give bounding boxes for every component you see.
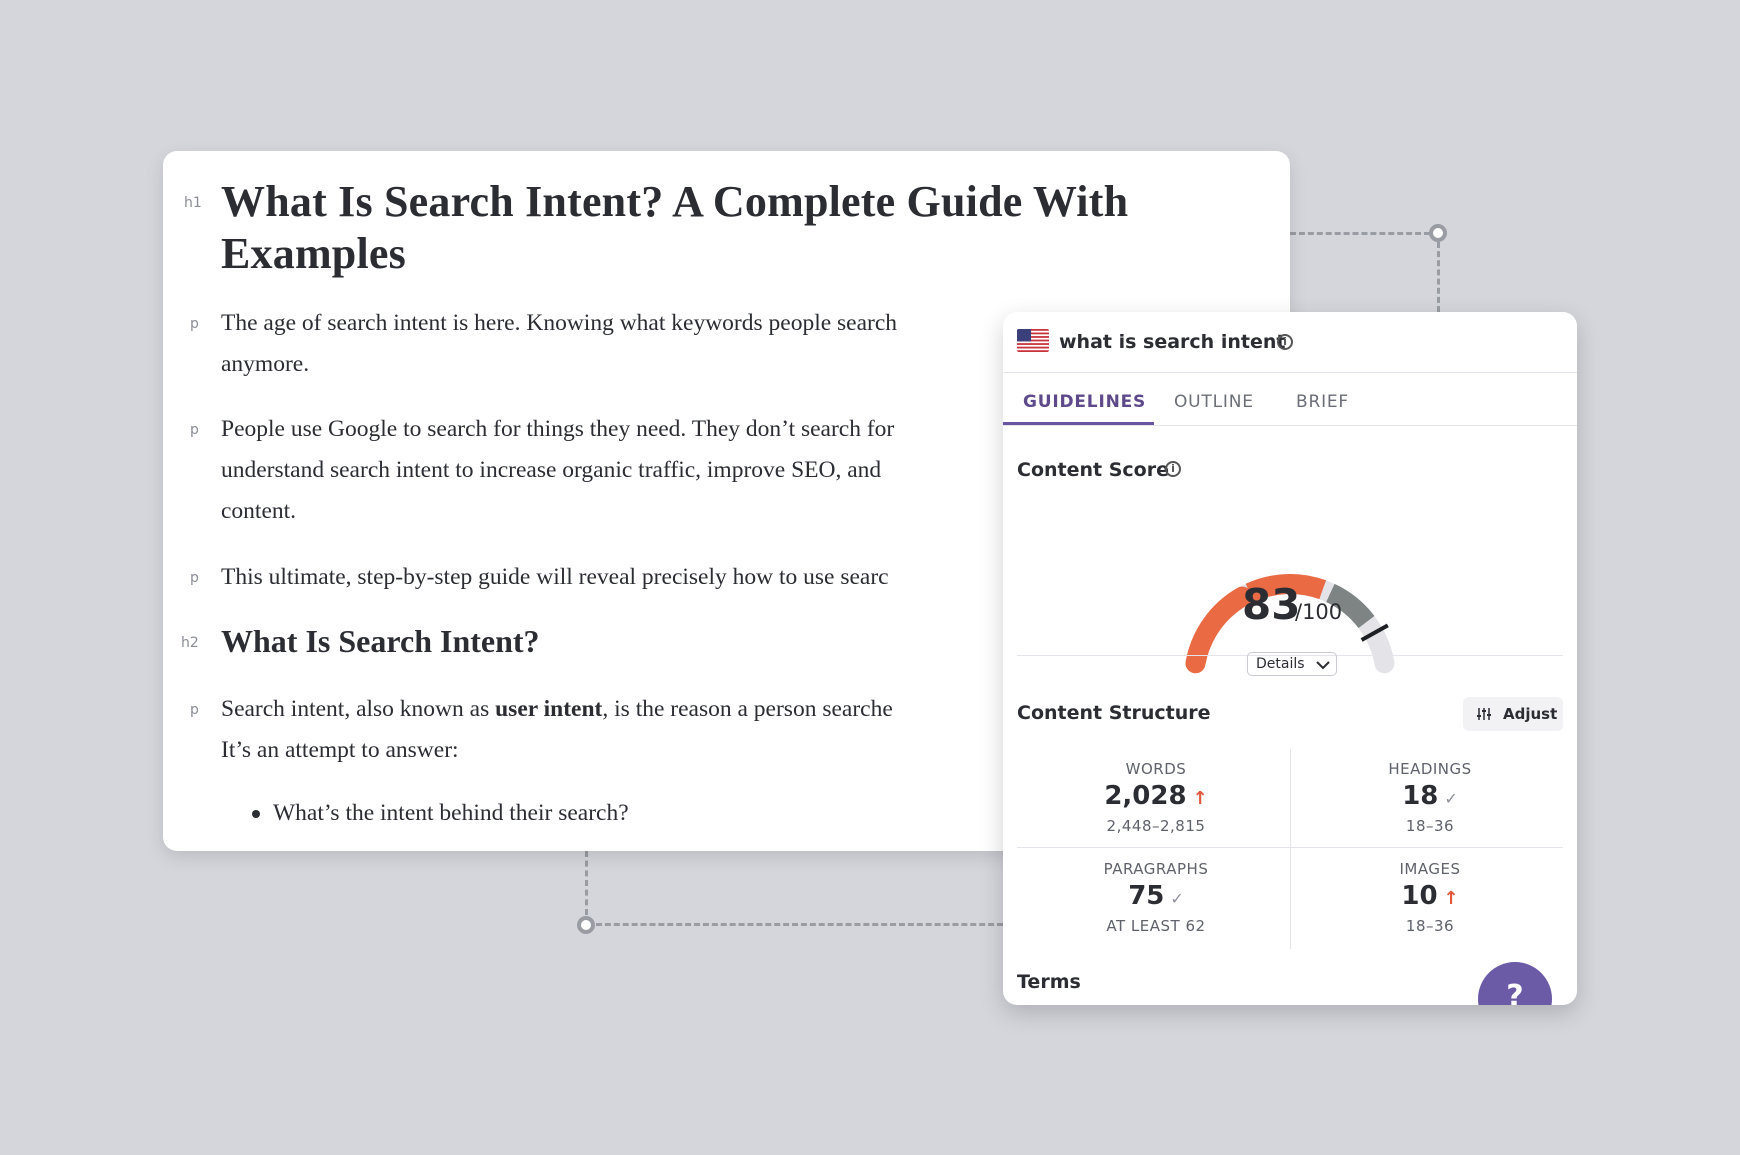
tab-outline[interactable]: OUTLINE bbox=[1174, 392, 1254, 412]
help-button[interactable]: ? bbox=[1478, 962, 1552, 1005]
paragraph-4-text-after: , is the reason a person searche bbox=[602, 696, 893, 722]
content-score-info-icon[interactable]: i bbox=[1165, 461, 1181, 477]
connector-node-bottom-left bbox=[577, 916, 595, 934]
p-tag: p bbox=[190, 570, 199, 586]
adjust-button[interactable]: Adjust bbox=[1463, 697, 1563, 731]
sliders-icon bbox=[1477, 708, 1491, 720]
details-label: Details bbox=[1256, 656, 1305, 672]
stat-words-range: 2,448–2,815 bbox=[1106, 817, 1206, 835]
stat-paragraphs-label: PARAGRAPHS bbox=[1103, 860, 1209, 878]
tab-brief[interactable]: BRIEF bbox=[1296, 392, 1349, 412]
stat-words-value: 2,028 ↑ bbox=[1021, 781, 1291, 811]
chevron-down-icon bbox=[1316, 661, 1330, 670]
stat-paragraphs-value: 75 ✓ bbox=[1021, 881, 1291, 911]
connector-dash-bottom-left bbox=[585, 851, 588, 915]
paragraph-4-text-before: Search intent, also known as bbox=[221, 696, 496, 722]
arrow-up-icon: ↑ bbox=[1192, 788, 1208, 809]
paragraph-2-line2[interactable]: understand search intent to increase org… bbox=[221, 450, 881, 491]
check-icon: ✓ bbox=[1444, 789, 1458, 808]
p-tag: p bbox=[190, 316, 199, 332]
gauge-segment-low bbox=[1185, 586, 1253, 674]
stat-headings-range: 18–36 bbox=[1405, 817, 1455, 835]
heading-2[interactable]: What Is Search Intent? bbox=[221, 623, 540, 660]
content-score-value: 83 bbox=[1242, 580, 1301, 629]
paragraph-4-bold-term: user intent bbox=[495, 696, 603, 722]
adjust-label: Adjust bbox=[1503, 705, 1558, 723]
content-score-max: /100 bbox=[1295, 600, 1343, 624]
stat-paragraphs-range: AT LEAST 62 bbox=[1106, 917, 1206, 935]
tab-guidelines[interactable]: GUIDELINES bbox=[1023, 392, 1146, 412]
header-divider bbox=[1003, 372, 1577, 373]
h1-tag: h1 bbox=[184, 195, 202, 211]
connector-node-top-right bbox=[1429, 224, 1447, 242]
paragraph-2-line3[interactable]: content. bbox=[221, 491, 296, 532]
stat-headings-label: HEADINGS bbox=[1388, 760, 1472, 778]
keyword-info-icon[interactable]: i bbox=[1277, 334, 1293, 350]
paragraph-2-line1[interactable]: People use Google to search for things t… bbox=[221, 409, 894, 450]
paragraph-3-line1[interactable]: This ultimate, step-by-step guide will r… bbox=[221, 557, 889, 598]
connector-dash-right bbox=[1437, 242, 1440, 312]
grid-horizontal-divider bbox=[1017, 847, 1563, 848]
stat-images-range: 18–36 bbox=[1405, 917, 1455, 935]
us-flag-icon bbox=[1017, 329, 1049, 352]
bullet-item-1[interactable]: What’s the intent behind their search? bbox=[273, 793, 629, 834]
stat-words-number: 2,028 bbox=[1104, 781, 1187, 811]
stat-images-label: IMAGES bbox=[1399, 860, 1461, 878]
stat-headings-number: 18 bbox=[1402, 781, 1439, 811]
document-title-line1[interactable]: What Is Search Intent? A Complete Guide … bbox=[221, 176, 1128, 228]
stat-images-value: 10 ↑ bbox=[1295, 881, 1565, 911]
connector-dash-bottom bbox=[596, 923, 1003, 926]
paragraph-4-line1[interactable]: Search intent, also known as user intent… bbox=[221, 689, 893, 730]
arrow-up-icon: ↑ bbox=[1443, 888, 1459, 909]
stat-images-number: 10 bbox=[1401, 881, 1438, 911]
check-icon: ✓ bbox=[1170, 889, 1184, 908]
content-score-title: Content Score bbox=[1017, 459, 1169, 481]
connector-dash-top bbox=[1290, 232, 1430, 235]
stat-paragraphs-number: 75 bbox=[1128, 881, 1165, 911]
document-title-line2[interactable]: Examples bbox=[221, 228, 406, 280]
p-tag: p bbox=[190, 422, 199, 438]
stat-headings-value: 18 ✓ bbox=[1295, 781, 1565, 811]
paragraph-1-line1[interactable]: The age of search intent is here. Knowin… bbox=[221, 303, 897, 344]
paragraph-4-line2[interactable]: It’s an attempt to answer: bbox=[221, 730, 459, 771]
content-structure-title: Content Structure bbox=[1017, 702, 1211, 724]
bullet-dot bbox=[252, 810, 260, 818]
paragraph-1-line2[interactable]: anymore. bbox=[221, 344, 309, 385]
details-dropdown-button[interactable]: Details bbox=[1247, 652, 1337, 676]
tabs-divider bbox=[1003, 425, 1577, 426]
seo-guidelines-panel: what is search intent i GUIDELINES OUTLI… bbox=[1003, 312, 1577, 1005]
h2-tag: h2 bbox=[181, 635, 199, 651]
stat-words-label: WORDS bbox=[1125, 760, 1187, 778]
p-tag: p bbox=[190, 702, 199, 718]
terms-title: Terms bbox=[1017, 971, 1081, 993]
target-keyword: what is search intent bbox=[1059, 331, 1286, 353]
